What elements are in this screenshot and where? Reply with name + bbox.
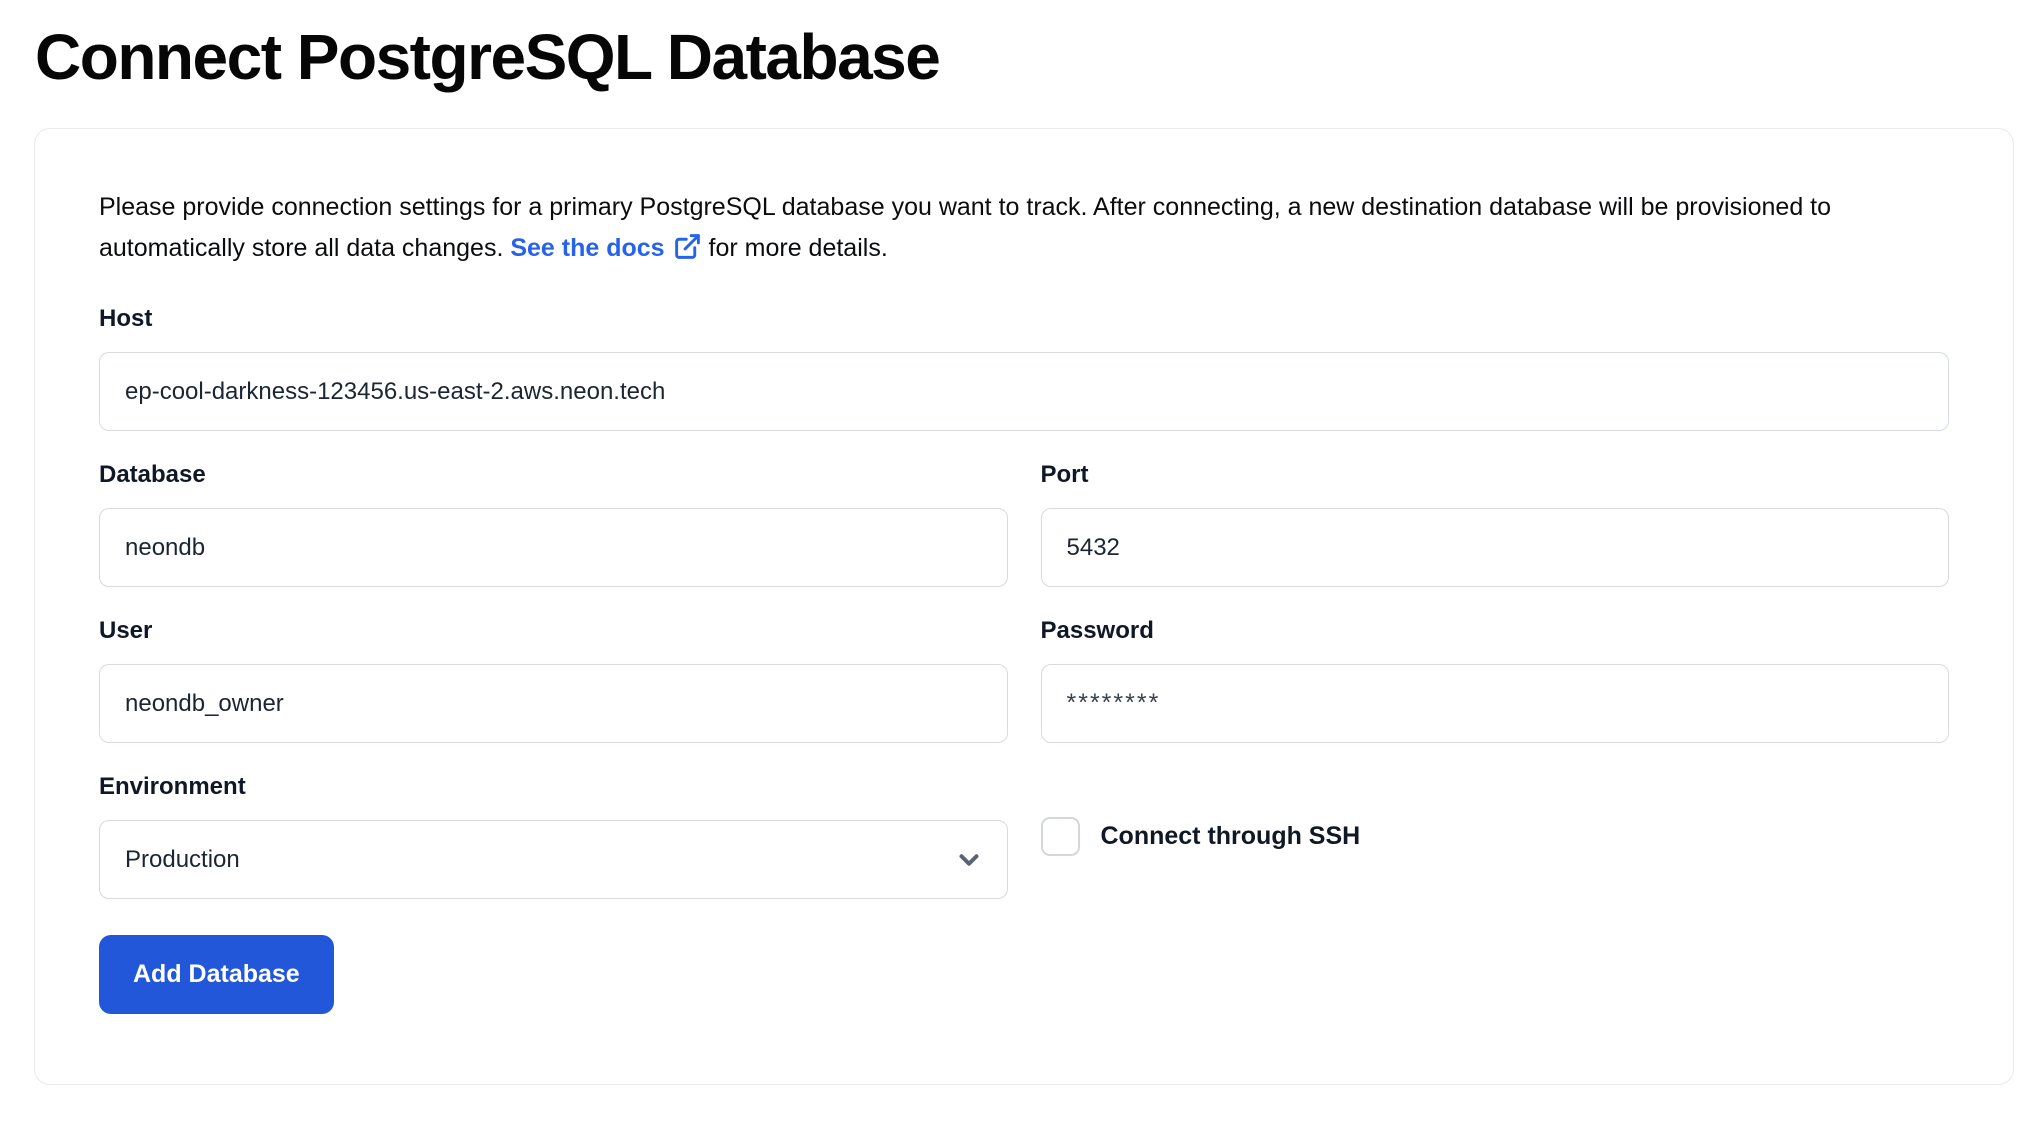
- password-input[interactable]: [1041, 664, 1950, 743]
- description-text-end: for more details.: [702, 234, 888, 262]
- form-description: Please provide connection settings for a…: [99, 187, 1949, 269]
- see-the-docs-link[interactable]: See the docs: [510, 234, 701, 262]
- password-label: Password: [1041, 617, 1950, 644]
- host-input[interactable]: [99, 352, 1949, 431]
- user-label: User: [99, 617, 1008, 644]
- doc-link-label: See the docs: [510, 234, 664, 262]
- connection-form-card: Please provide connection settings for a…: [34, 128, 2014, 1085]
- external-link-icon: [673, 232, 702, 261]
- page-title: Connect PostgreSQL Database: [35, 20, 2014, 94]
- connect-through-ssh-checkbox[interactable]: [1041, 817, 1080, 856]
- environment-label: Environment: [99, 773, 1008, 800]
- port-field-group: Port: [1041, 461, 1950, 587]
- description-text-start: Please provide connection settings for a…: [99, 193, 1831, 262]
- environment-field-group: Environment Production: [99, 773, 1008, 899]
- environment-select-wrap: Production: [99, 820, 1008, 899]
- database-label: Database: [99, 461, 1008, 488]
- user-field-group: User: [99, 617, 1008, 743]
- database-input[interactable]: [99, 508, 1008, 587]
- add-database-button[interactable]: Add Database: [99, 935, 334, 1014]
- port-input[interactable]: [1041, 508, 1950, 587]
- database-field-group: Database: [99, 461, 1008, 587]
- port-label: Port: [1041, 461, 1950, 488]
- connect-through-ssh-label: Connect through SSH: [1101, 822, 1361, 851]
- environment-select[interactable]: Production: [99, 820, 1008, 899]
- user-input[interactable]: [99, 664, 1008, 743]
- environment-ssh-row: Environment Production Connect through S…: [99, 773, 1949, 899]
- ssh-option-row: Connect through SSH: [1041, 817, 1950, 856]
- password-field-group: Password: [1041, 617, 1950, 743]
- database-port-row: Database Port: [99, 461, 1949, 587]
- host-label: Host: [99, 305, 1949, 332]
- host-field-group: Host: [99, 305, 1949, 431]
- user-password-row: User Password: [99, 617, 1949, 743]
- connect-database-page: Connect PostgreSQL Database Please provi…: [0, 0, 2044, 1134]
